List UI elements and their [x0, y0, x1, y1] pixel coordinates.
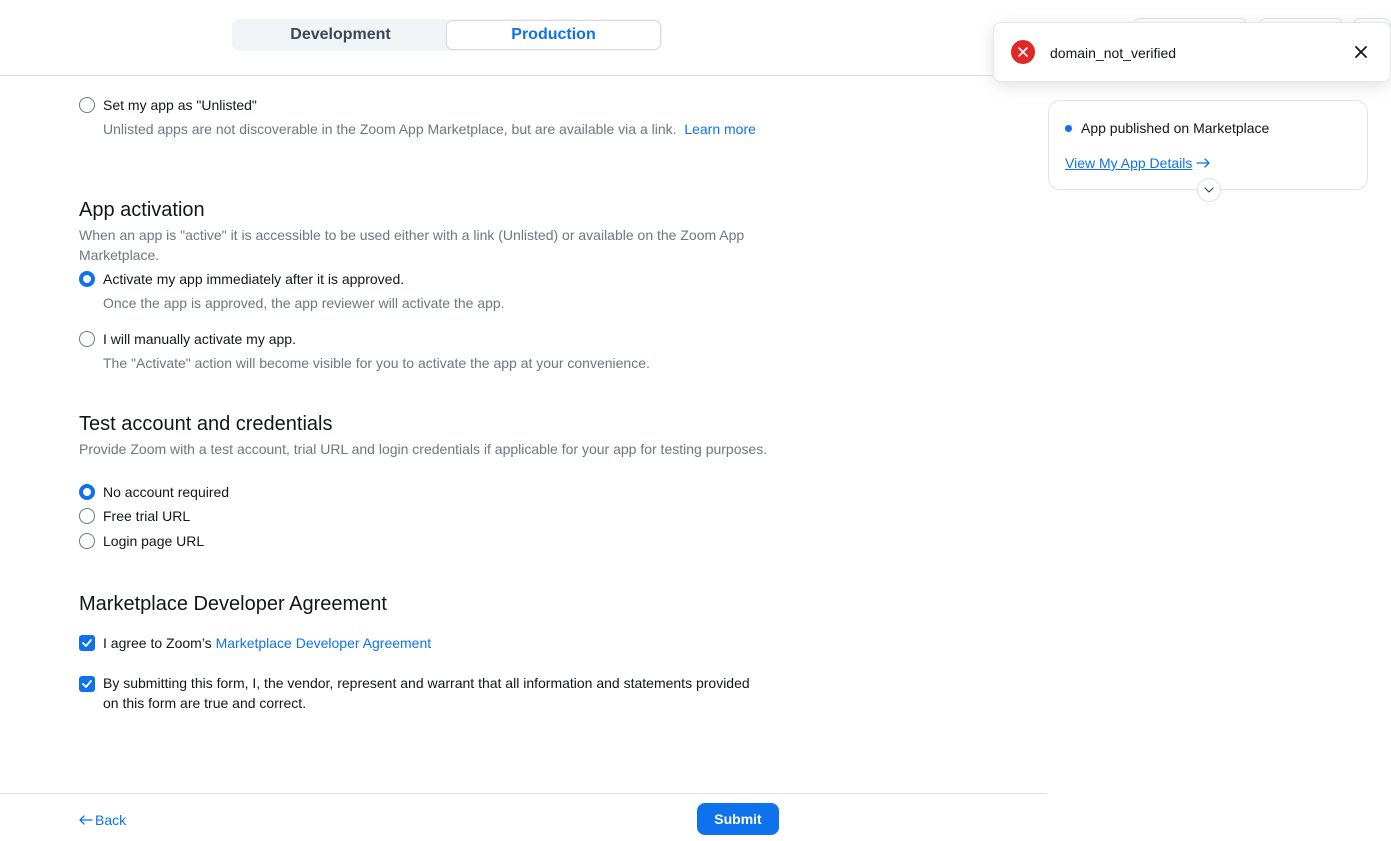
manual-activate-option[interactable]: I will manually activate my app.	[79, 331, 296, 347]
free-trial-radio[interactable]	[79, 508, 95, 524]
app-status: App published on Marketplace	[1065, 120, 1269, 136]
unlisted-label: Set my app as "Unlisted"	[103, 97, 257, 113]
app-activation-description: When an app is "active" it is accessible…	[79, 227, 745, 263]
check-icon	[82, 639, 92, 647]
view-app-details-label: View My App Details	[1065, 155, 1193, 171]
developer-agreement-link[interactable]: Marketplace Developer Agreement	[216, 635, 432, 651]
status-dot-icon	[1065, 124, 1072, 132]
activate-immediately-hint: Once the app is approved, the app review…	[103, 295, 505, 311]
view-app-details-link[interactable]: View My App Details	[1065, 155, 1211, 171]
warrant-checkbox[interactable]	[79, 676, 95, 692]
environment-switch: Development Production	[232, 19, 662, 51]
no-account-label: No account required	[103, 484, 230, 500]
test-account-title: Test account and credentials	[79, 413, 333, 435]
submit-button[interactable]: Submit	[697, 803, 779, 835]
arrow-right-icon	[1196, 158, 1211, 168]
agree-option[interactable]: I agree to Zoom’s Marketplace Developer …	[79, 635, 431, 651]
login-page-label: Login page URL	[103, 533, 205, 549]
toast-message: domain_not_verified	[1050, 45, 1177, 61]
close-toast-button[interactable]	[1352, 43, 1370, 61]
back-button[interactable]: Back	[79, 812, 126, 828]
login-page-option[interactable]: Login page URL	[79, 533, 204, 549]
agree-label: I agree to Zoom’s Marketplace Developer …	[103, 635, 432, 651]
manual-activate-radio[interactable]	[79, 331, 95, 347]
learn-more-link[interactable]: Learn more	[684, 121, 756, 137]
free-trial-label: Free trial URL	[103, 508, 191, 524]
unlisted-description: Unlisted apps are not discoverable in th…	[103, 121, 756, 137]
app-status-card: App published on Marketplace View My App…	[1048, 100, 1368, 202]
error-icon	[1011, 40, 1035, 64]
warrant-label: By submitting this form, I, the vendor, …	[103, 675, 750, 711]
close-icon	[1355, 46, 1367, 58]
unlisted-option[interactable]: Set my app as "Unlisted"	[79, 97, 257, 113]
unlisted-radio[interactable]	[79, 97, 95, 113]
manual-activate-label: I will manually activate my app.	[103, 331, 296, 347]
tab-production[interactable]: Production	[447, 21, 660, 49]
activate-immediately-option[interactable]: Activate my app immediately after it is …	[79, 271, 404, 287]
app-activation-title: App activation	[79, 199, 205, 221]
chevron-down-icon	[1204, 187, 1214, 193]
footer-bar: Back Submit	[0, 793, 1047, 841]
activate-immediately-label: Activate my app immediately after it is …	[103, 271, 405, 287]
agree-checkbox[interactable]	[79, 635, 95, 651]
login-page-radio[interactable]	[79, 533, 95, 549]
activate-immediately-radio[interactable]	[79, 271, 95, 287]
no-account-radio[interactable]	[79, 484, 95, 500]
tab-development[interactable]: Development	[234, 21, 447, 49]
test-account-description: Provide Zoom with a test account, trial …	[79, 441, 768, 457]
free-trial-option[interactable]: Free trial URL	[79, 508, 190, 524]
no-account-option[interactable]: No account required	[79, 484, 229, 500]
agreement-title: Marketplace Developer Agreement	[79, 593, 387, 615]
check-icon	[82, 680, 92, 688]
app-status-text: App published on Marketplace	[1081, 120, 1270, 136]
arrow-left-icon	[79, 815, 93, 825]
back-label: Back	[95, 812, 127, 828]
manual-activate-hint: The "Activate" action will become visibl…	[103, 355, 650, 371]
warrant-option[interactable]: By submitting this form, I, the vendor, …	[79, 675, 753, 713]
collapse-button[interactable]	[1197, 178, 1221, 202]
error-toast: domain_not_verified	[993, 22, 1391, 82]
